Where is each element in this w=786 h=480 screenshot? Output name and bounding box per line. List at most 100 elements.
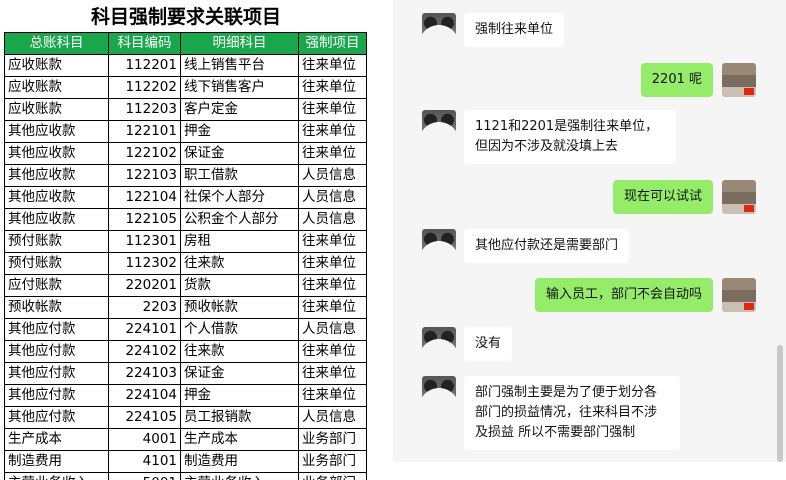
- message-bubble[interactable]: 2201 呢: [640, 63, 713, 97]
- detail-cell[interactable]: 押金: [180, 384, 299, 407]
- detail-cell[interactable]: 公积金个人部分: [180, 208, 299, 231]
- detail-cell[interactable]: 保证金: [180, 142, 299, 165]
- detail-cell[interactable]: 往来款: [180, 340, 299, 363]
- message-bubble[interactable]: 强制往来单位: [464, 13, 565, 47]
- code-cell[interactable]: 112301: [108, 230, 181, 253]
- required-cell[interactable]: 往来单位: [298, 340, 367, 363]
- required-cell[interactable]: 人员信息: [298, 186, 367, 209]
- detail-cell[interactable]: 社保个人部分: [180, 186, 299, 209]
- required-cell[interactable]: 人员信息: [298, 208, 367, 231]
- detail-cell[interactable]: 预收帐款: [180, 296, 299, 319]
- detail-cell[interactable]: 制造费用: [180, 450, 299, 473]
- account-cell[interactable]: 其他应收款: [4, 208, 109, 231]
- account-cell[interactable]: 生产成本: [4, 428, 109, 451]
- account-cell[interactable]: 制造费用: [4, 450, 109, 473]
- message-bubble[interactable]: 1121和2201是强制往来单位，但因为不涉及就没填上去: [464, 110, 676, 164]
- required-cell[interactable]: 往来单位: [298, 120, 367, 143]
- account-cell[interactable]: 主营业务收入: [4, 472, 109, 480]
- account-cell[interactable]: 其他应收款: [4, 120, 109, 143]
- detail-cell[interactable]: 客户定金: [180, 98, 299, 121]
- panda-avatar-icon[interactable]: [422, 327, 456, 361]
- code-cell[interactable]: 112202: [108, 76, 181, 99]
- user-avatar-icon[interactable]: [722, 63, 756, 97]
- detail-cell[interactable]: 房租: [180, 230, 299, 253]
- column-header[interactable]: 总账科目: [4, 32, 109, 55]
- required-cell[interactable]: 业务部门: [298, 450, 367, 473]
- required-cell[interactable]: 业务部门: [298, 472, 367, 480]
- code-cell[interactable]: 122105: [108, 208, 181, 231]
- account-cell[interactable]: 其他应收款: [4, 186, 109, 209]
- account-cell[interactable]: 预收帐款: [4, 296, 109, 319]
- code-cell[interactable]: 122104: [108, 186, 181, 209]
- detail-cell[interactable]: 货款: [180, 274, 299, 297]
- column-header[interactable]: 明细科目: [180, 32, 299, 55]
- required-cell[interactable]: 人员信息: [298, 406, 367, 429]
- account-cell[interactable]: 应收账款: [4, 76, 109, 99]
- detail-cell[interactable]: 往来款: [180, 252, 299, 275]
- account-cell[interactable]: 其他应收款: [4, 164, 109, 187]
- detail-cell[interactable]: 员工报销款: [180, 406, 299, 429]
- panda-avatar-icon[interactable]: [422, 376, 456, 410]
- account-cell[interactable]: 应收账款: [4, 54, 109, 77]
- code-cell[interactable]: 122101: [108, 120, 181, 143]
- code-cell[interactable]: 224103: [108, 362, 181, 385]
- required-cell[interactable]: 业务部门: [298, 428, 367, 451]
- code-cell[interactable]: 122102: [108, 142, 181, 165]
- code-cell[interactable]: 220201: [108, 274, 181, 297]
- detail-cell[interactable]: 生产成本: [180, 428, 299, 451]
- required-cell[interactable]: 往来单位: [298, 230, 367, 253]
- account-cell[interactable]: 其他应付款: [4, 362, 109, 385]
- message-bubble[interactable]: 没有: [464, 327, 513, 361]
- code-cell[interactable]: 224102: [108, 340, 181, 363]
- required-cell[interactable]: 往来单位: [298, 54, 367, 77]
- code-cell[interactable]: 4101: [108, 450, 181, 473]
- required-cell[interactable]: 人员信息: [298, 164, 367, 187]
- account-cell[interactable]: 其他应付款: [4, 340, 109, 363]
- message-bubble[interactable]: 输入员工，部门不会自动吗: [534, 278, 713, 312]
- required-cell[interactable]: 往来单位: [298, 296, 367, 319]
- code-cell[interactable]: 4001: [108, 428, 181, 451]
- detail-cell[interactable]: 个人借款: [180, 318, 299, 341]
- account-cell[interactable]: 预付账款: [4, 230, 109, 253]
- account-cell[interactable]: 其他应付款: [4, 318, 109, 341]
- account-cell[interactable]: 其他应付款: [4, 406, 109, 429]
- required-cell[interactable]: 往来单位: [298, 76, 367, 99]
- panda-avatar-icon[interactable]: [422, 13, 456, 47]
- required-cell[interactable]: 人员信息: [298, 318, 367, 341]
- required-cell[interactable]: 往来单位: [298, 252, 367, 275]
- required-cell[interactable]: 往来单位: [298, 274, 367, 297]
- column-header[interactable]: 强制项目: [298, 32, 367, 55]
- detail-cell[interactable]: 线下销售客户: [180, 76, 299, 99]
- code-cell[interactable]: 224101: [108, 318, 181, 341]
- detail-cell[interactable]: 主营业务收入: [180, 472, 299, 480]
- user-avatar-icon[interactable]: [722, 278, 756, 312]
- required-cell[interactable]: 往来单位: [298, 362, 367, 385]
- account-cell[interactable]: 应收账款: [4, 98, 109, 121]
- panda-avatar-icon[interactable]: [422, 229, 456, 263]
- code-cell[interactable]: 112203: [108, 98, 181, 121]
- account-cell[interactable]: 其他应付款: [4, 384, 109, 407]
- detail-cell[interactable]: 线上销售平台: [180, 54, 299, 77]
- column-header[interactable]: 科目编码: [108, 32, 181, 55]
- message-bubble[interactable]: 其他应付款还是需要部门: [464, 229, 630, 263]
- account-cell[interactable]: 预付账款: [4, 252, 109, 275]
- code-cell[interactable]: 2203: [108, 296, 181, 319]
- code-cell[interactable]: 112201: [108, 54, 181, 77]
- scrollbar[interactable]: [777, 345, 783, 462]
- code-cell[interactable]: 112302: [108, 252, 181, 275]
- code-cell[interactable]: 224104: [108, 384, 181, 407]
- account-cell[interactable]: 应付账款: [4, 274, 109, 297]
- required-cell[interactable]: 往来单位: [298, 384, 367, 407]
- code-cell[interactable]: 224105: [108, 406, 181, 429]
- detail-cell[interactable]: 职工借款: [180, 164, 299, 187]
- code-cell[interactable]: 5001: [108, 472, 181, 480]
- message-bubble[interactable]: 现在可以试试: [612, 180, 713, 214]
- message-bubble[interactable]: 部门强制主要是为了便于划分各部门的损益情况，往来科目不涉及损益 所以不需要部门强…: [464, 376, 680, 450]
- required-cell[interactable]: 往来单位: [298, 98, 367, 121]
- panda-avatar-icon[interactable]: [422, 110, 456, 144]
- code-cell[interactable]: 122103: [108, 164, 181, 187]
- required-cell[interactable]: 往来单位: [298, 142, 367, 165]
- account-cell[interactable]: 其他应收款: [4, 142, 109, 165]
- detail-cell[interactable]: 保证金: [180, 362, 299, 385]
- user-avatar-icon[interactable]: [722, 180, 756, 214]
